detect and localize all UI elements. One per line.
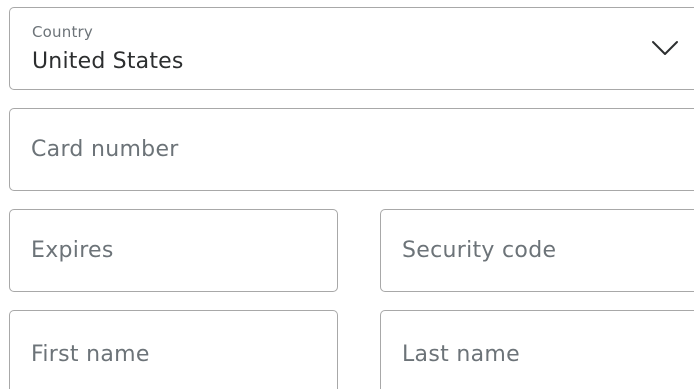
chevron-down-icon[interactable] [650,38,680,58]
security-code-input[interactable] [381,210,694,291]
last-name-input[interactable] [381,311,694,389]
card-number-field-container [9,108,694,191]
expires-field-container [9,209,338,292]
country-value: United States [32,49,184,74]
payment-form: Country United States [0,0,694,389]
security-code-field-container [380,209,694,292]
first-name-field-container [9,310,338,389]
card-number-input[interactable] [10,109,694,190]
last-name-field-container [380,310,694,389]
expires-input[interactable] [10,210,337,291]
country-label: Country [32,23,93,41]
country-select[interactable]: Country United States [9,7,694,90]
first-name-input[interactable] [10,311,337,389]
